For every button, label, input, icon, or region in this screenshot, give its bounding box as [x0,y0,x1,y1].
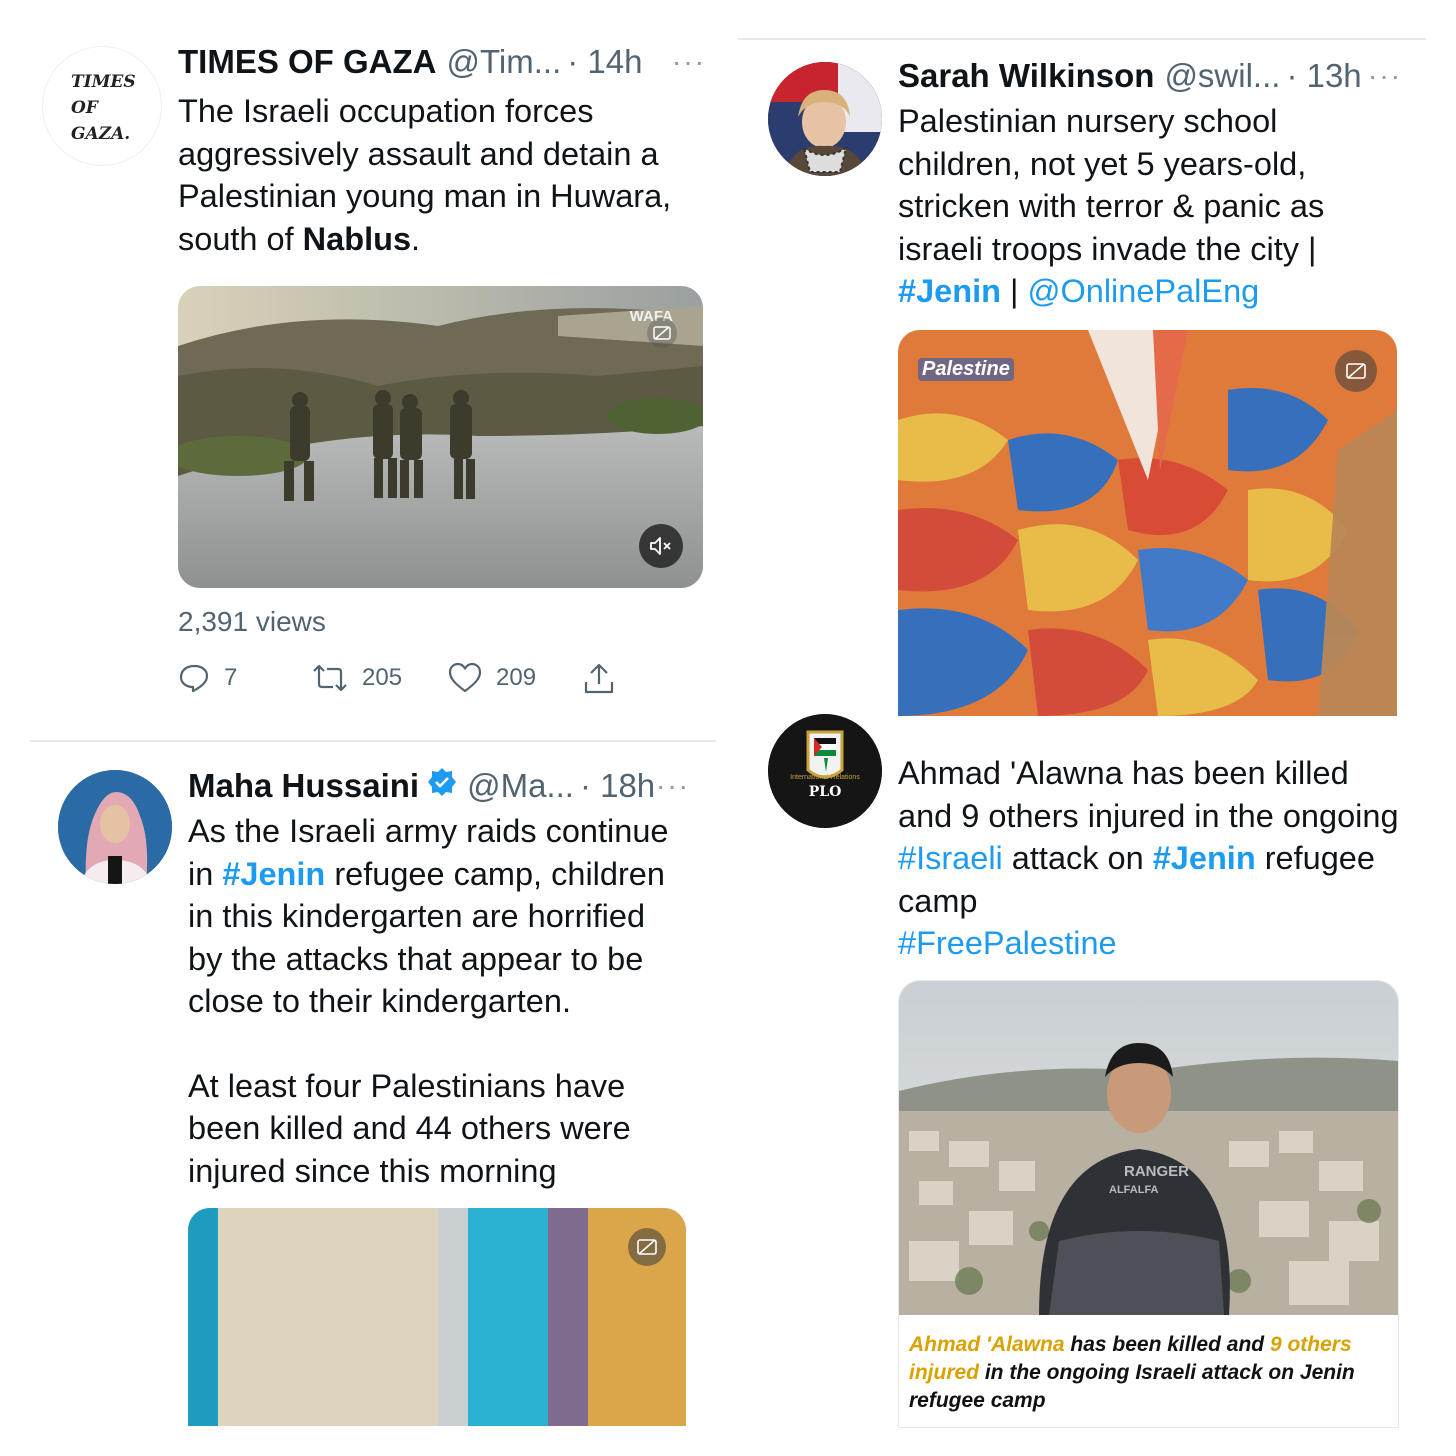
retweet-count: 205 [362,664,403,691]
more-options-icon[interactable]: ··· [1368,60,1402,92]
handle[interactable]: @Tim... [447,42,562,82]
video-frame [188,1208,686,1426]
handle[interactable]: @Ma... [467,766,574,806]
hashtag-jenin[interactable]: #Jenin [222,856,325,892]
mute-icon[interactable] [639,524,683,568]
timestamp[interactable]: · 18h [580,766,655,806]
reply-button[interactable]: 7 [178,662,237,694]
display-name[interactable]: Maha Hussaini [188,766,419,806]
tweet-text-end: . [411,220,421,257]
tweet-times-of-gaza[interactable]: TIMES OF GAZA. TIMES OF GAZA @Tim... · 1… [0,0,728,728]
retweet-button[interactable]: 205 [312,662,402,694]
hashtag-freepalestine[interactable]: #FreePalestine [898,925,1117,961]
avatar[interactable]: TIMES OF GAZA. [42,46,162,166]
tweet-text: As the Israeli army raids continue in #J… [188,810,688,1192]
tweet-maha-hussaini[interactable]: Maha Hussaini @Ma... · 18h ··· As the Is… [0,742,728,1456]
timestamp[interactable]: · 13h [1286,56,1361,96]
timestamp[interactable]: · 14h [567,42,642,82]
hashtag-jenin[interactable]: #Jenin [1153,840,1256,876]
tweet-text-part: Ahmad 'Alawna has been killed and 9 othe… [898,755,1399,834]
tweet-sarah-wilkinson[interactable]: Sarah Wilkinson @swil... · 13h ··· Pales… [728,0,1456,728]
hashtag-jenin[interactable]: #Jenin [898,273,1001,309]
tweet-text: Palestinian nursery school children, not… [898,100,1388,313]
reply-icon [179,664,209,693]
closed-captions-icon[interactable] [628,1228,666,1266]
share-icon [584,663,614,694]
share-button[interactable] [582,662,616,696]
verified-badge-icon [427,766,457,806]
channel-logo: Palestine [918,358,1014,381]
caption-text: has been killed and [1064,1333,1270,1356]
view-count: 2,391 views [178,606,326,637]
closed-captions-icon[interactable] [1335,350,1377,392]
caption-name: Ahmad 'Alawna [909,1333,1065,1356]
more-options-icon[interactable]: ··· [672,46,706,78]
retweet-icon [313,664,347,692]
tweet-text: Ahmad 'Alawna has been killed and 9 othe… [898,752,1408,965]
like-button[interactable]: 209 [448,662,536,694]
avatar[interactable] [768,62,882,176]
tweet-text-paragraph-2: At least four Palestinians have been kil… [188,1067,631,1189]
video-player[interactable]: Palestine [898,330,1397,716]
heart-icon [448,662,482,693]
video-player[interactable]: WAFA [178,286,703,588]
separator: | [1010,273,1019,309]
closed-captions-icon[interactable] [647,318,677,348]
display-name[interactable]: Sarah Wilkinson [898,56,1154,96]
avatar-logo-text: TIMES OF GAZA. [71,72,136,144]
video-frame [898,330,1397,716]
shirt-print: RANGER [1124,1163,1189,1180]
avatar-plo-text: PLO [808,784,842,800]
hashtag-israeli[interactable]: #Israeli [898,840,1003,876]
mention-onlinepaleng[interactable]: @OnlinePalEng [1027,273,1259,309]
avatar[interactable]: International Relations PLO [768,714,882,828]
tweet-text: The Israeli occupation forces aggressive… [178,90,708,260]
tweet-plo-international-relations[interactable]: International Relations PLO Ahmad 'Alawn… [728,714,1456,1456]
like-count: 209 [496,664,537,691]
avatar-subtitle: International Relations [790,774,860,781]
video-player[interactable] [188,1208,686,1426]
image-caption: Ahmad 'Alawna has been killed and 9 othe… [909,1331,1385,1415]
tweet-text-part: Palestinian nursery school children, not… [898,103,1325,267]
shirt-print: ALFALFA [1109,1184,1159,1196]
image-attachment[interactable]: RANGER ALFALFA Ahmad 'Alawna has been ki… [898,980,1399,1428]
nablus-link[interactable]: Nablus [303,221,411,257]
more-options-icon[interactable]: ··· [656,770,690,802]
tweet-text-part: The Israeli occupation forces aggressive… [178,93,672,257]
handle[interactable]: @swil... [1164,56,1280,96]
video-frame [178,286,703,588]
photo: RANGER ALFALFA [899,981,1398,1315]
reply-count: 7 [224,664,238,691]
avatar[interactable] [58,770,172,884]
tweet-text-part: attack on [1002,840,1153,876]
display-name[interactable]: TIMES OF GAZA [178,42,437,82]
